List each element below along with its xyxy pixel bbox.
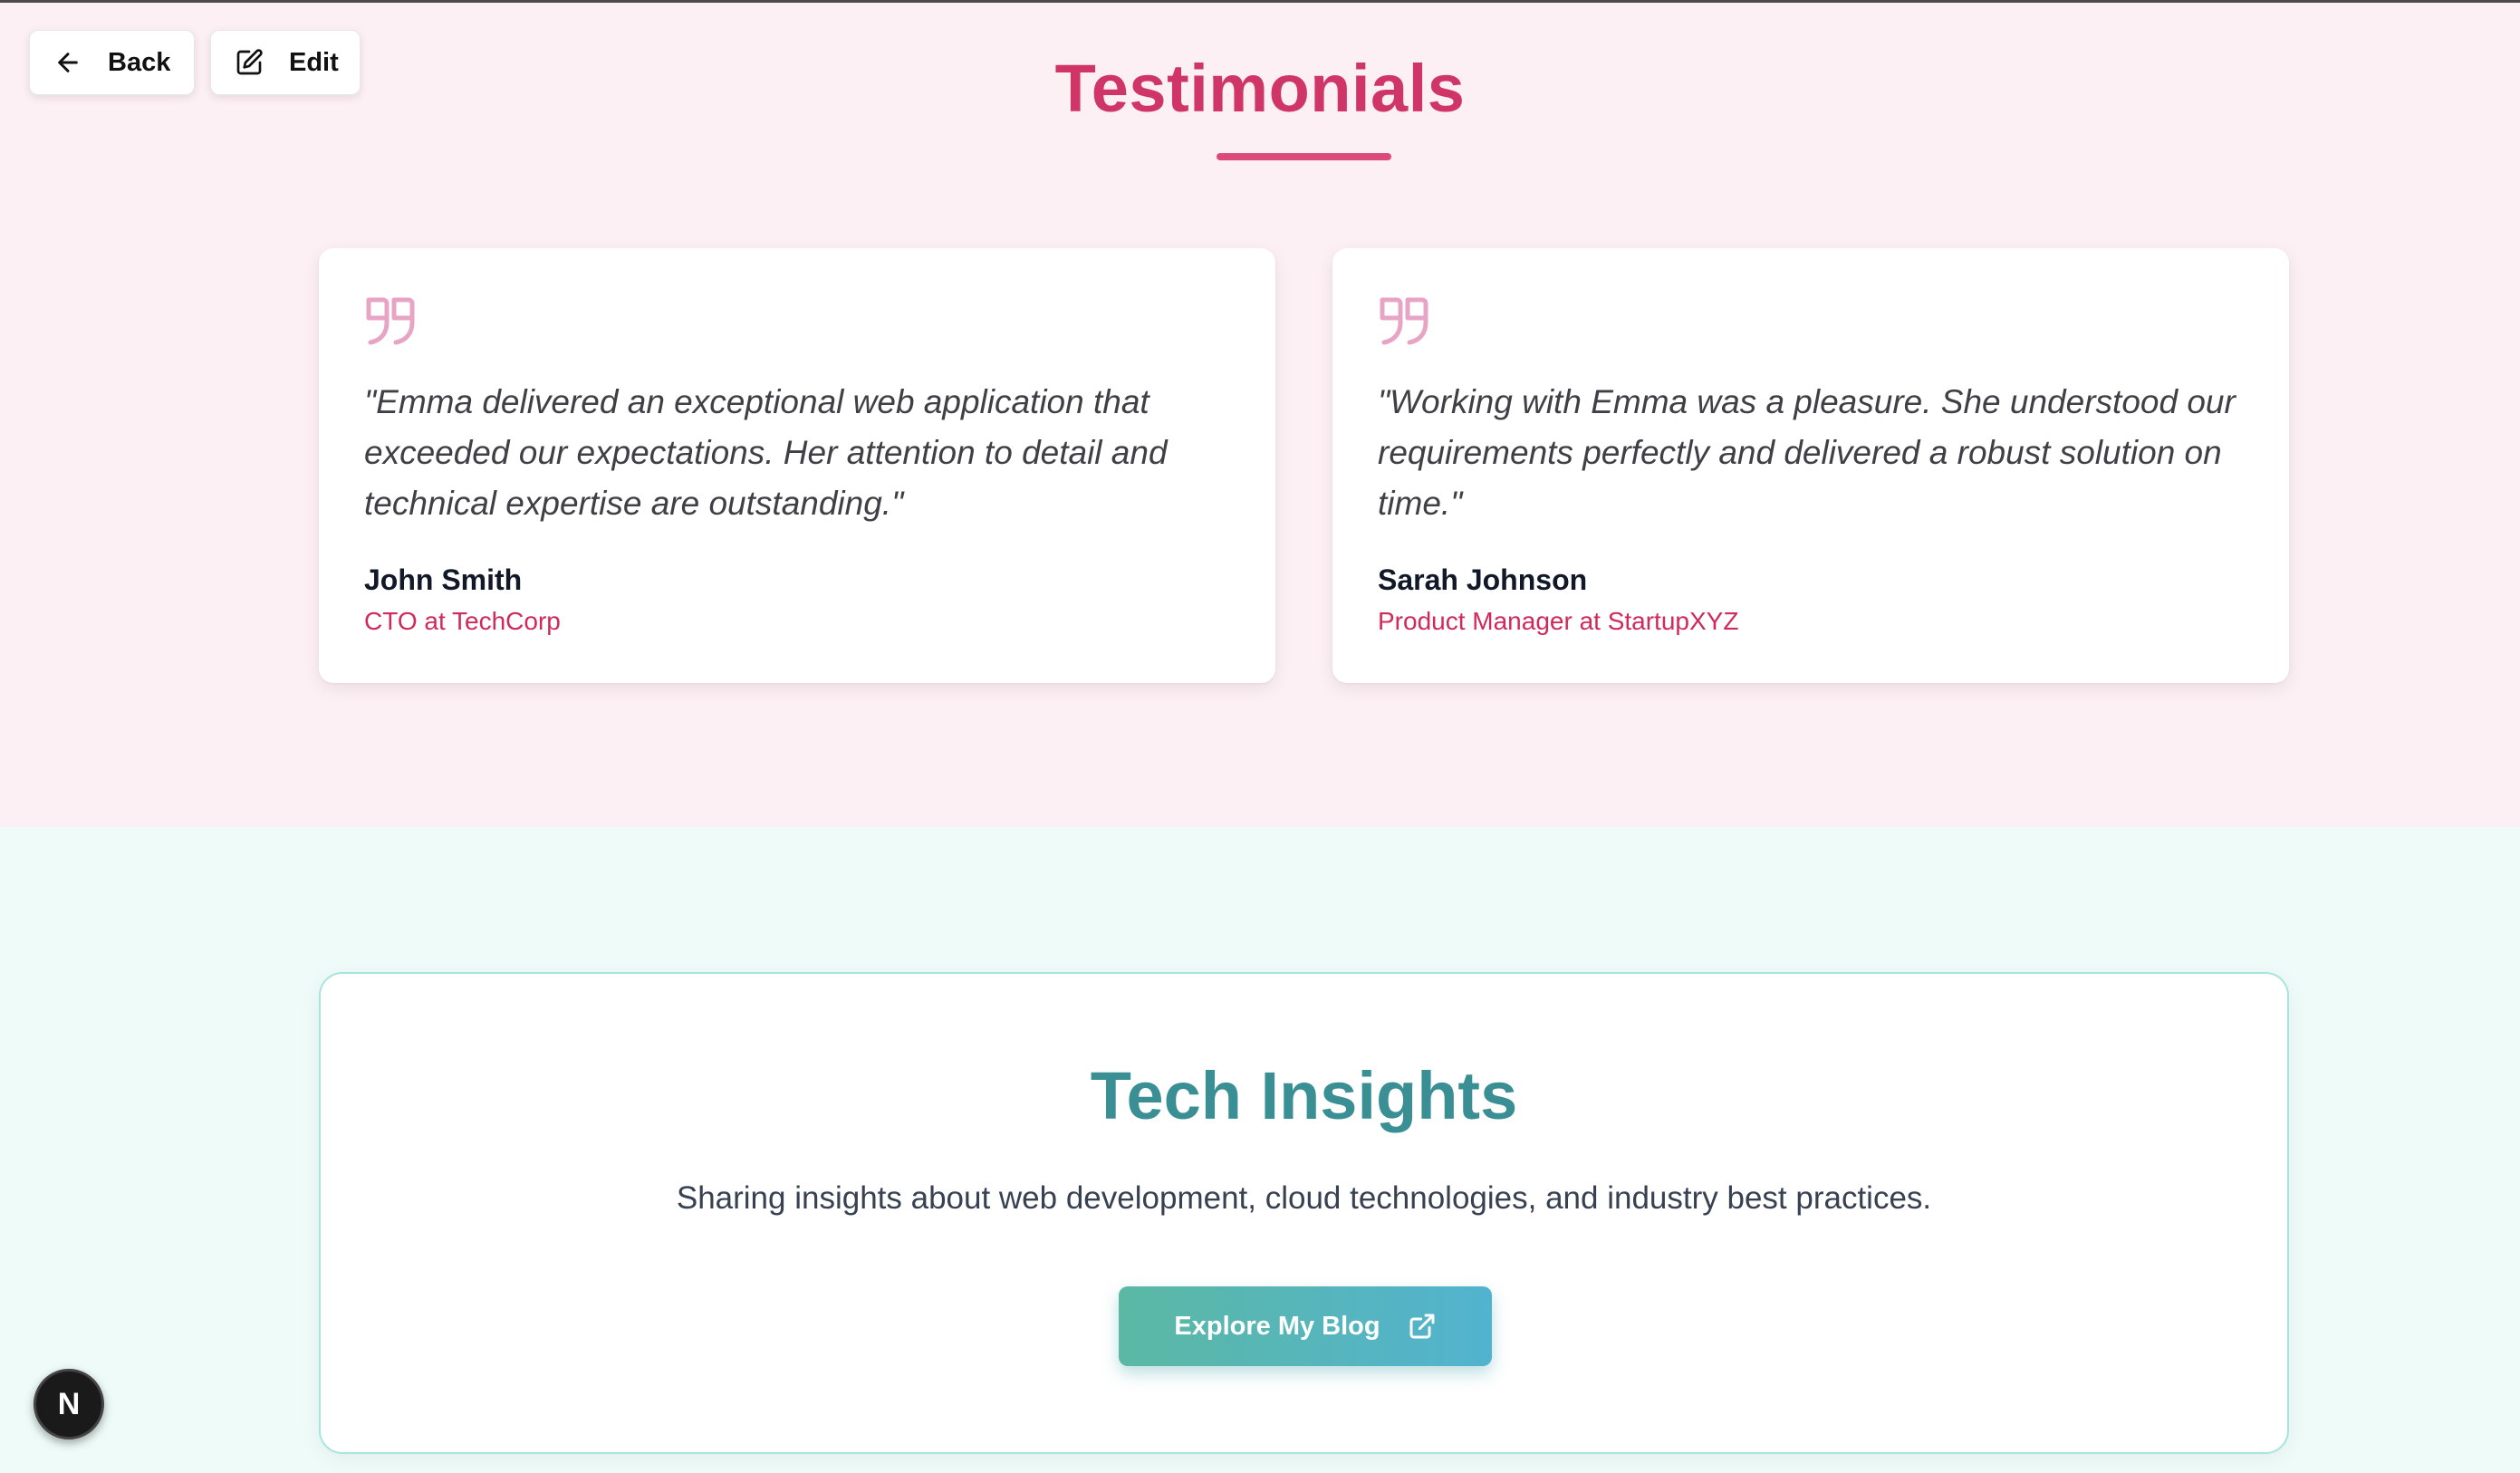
- edit-button[interactable]: Edit: [210, 30, 361, 95]
- title-underline: [1217, 153, 1391, 160]
- tech-insights-title: Tech Insights: [1090, 1058, 1518, 1133]
- testimonial-author-role: CTO at TechCorp: [364, 607, 561, 635]
- explore-blog-button[interactable]: Explore My Blog: [1119, 1286, 1492, 1366]
- quote-icon: [364, 295, 417, 346]
- testimonial-author-name: Sarah Johnson: [1378, 563, 1588, 596]
- explore-blog-button-label: Explore My Blog: [1174, 1311, 1380, 1341]
- testimonial-quote: "Emma delivered an exceptional web appli…: [364, 383, 1168, 522]
- arrow-left-icon: [53, 48, 82, 77]
- quote-icon: [1378, 295, 1430, 346]
- testimonial-quote: "Working with Emma was a pleasure. She u…: [1378, 383, 2236, 522]
- testimonial-author-role: Product Manager at StartupXYZ: [1378, 607, 1739, 635]
- next-logo-icon[interactable]: N: [34, 1369, 104, 1439]
- external-link-icon: [1408, 1312, 1437, 1341]
- testimonials-section: Testimonials "Emma delivered an exceptio…: [0, 3, 2520, 827]
- back-button-label: Back: [108, 47, 171, 77]
- back-button[interactable]: Back: [29, 30, 195, 95]
- testimonial-card: "Working with Emma was a pleasure. She u…: [1332, 248, 2289, 683]
- tech-insights-card: Tech Insights Sharing insights about web…: [319, 972, 2289, 1454]
- tech-insights-description: Sharing insights about web development, …: [676, 1180, 1932, 1216]
- testimonial-author-name: John Smith: [364, 563, 523, 596]
- testimonial-card: "Emma delivered an exceptional web appli…: [319, 248, 1275, 683]
- next-badge-letter: N: [57, 1386, 81, 1421]
- edit-button-label: Edit: [289, 47, 339, 77]
- edit-icon: [235, 48, 264, 77]
- testimonials-title: Testimonials: [1054, 51, 1466, 126]
